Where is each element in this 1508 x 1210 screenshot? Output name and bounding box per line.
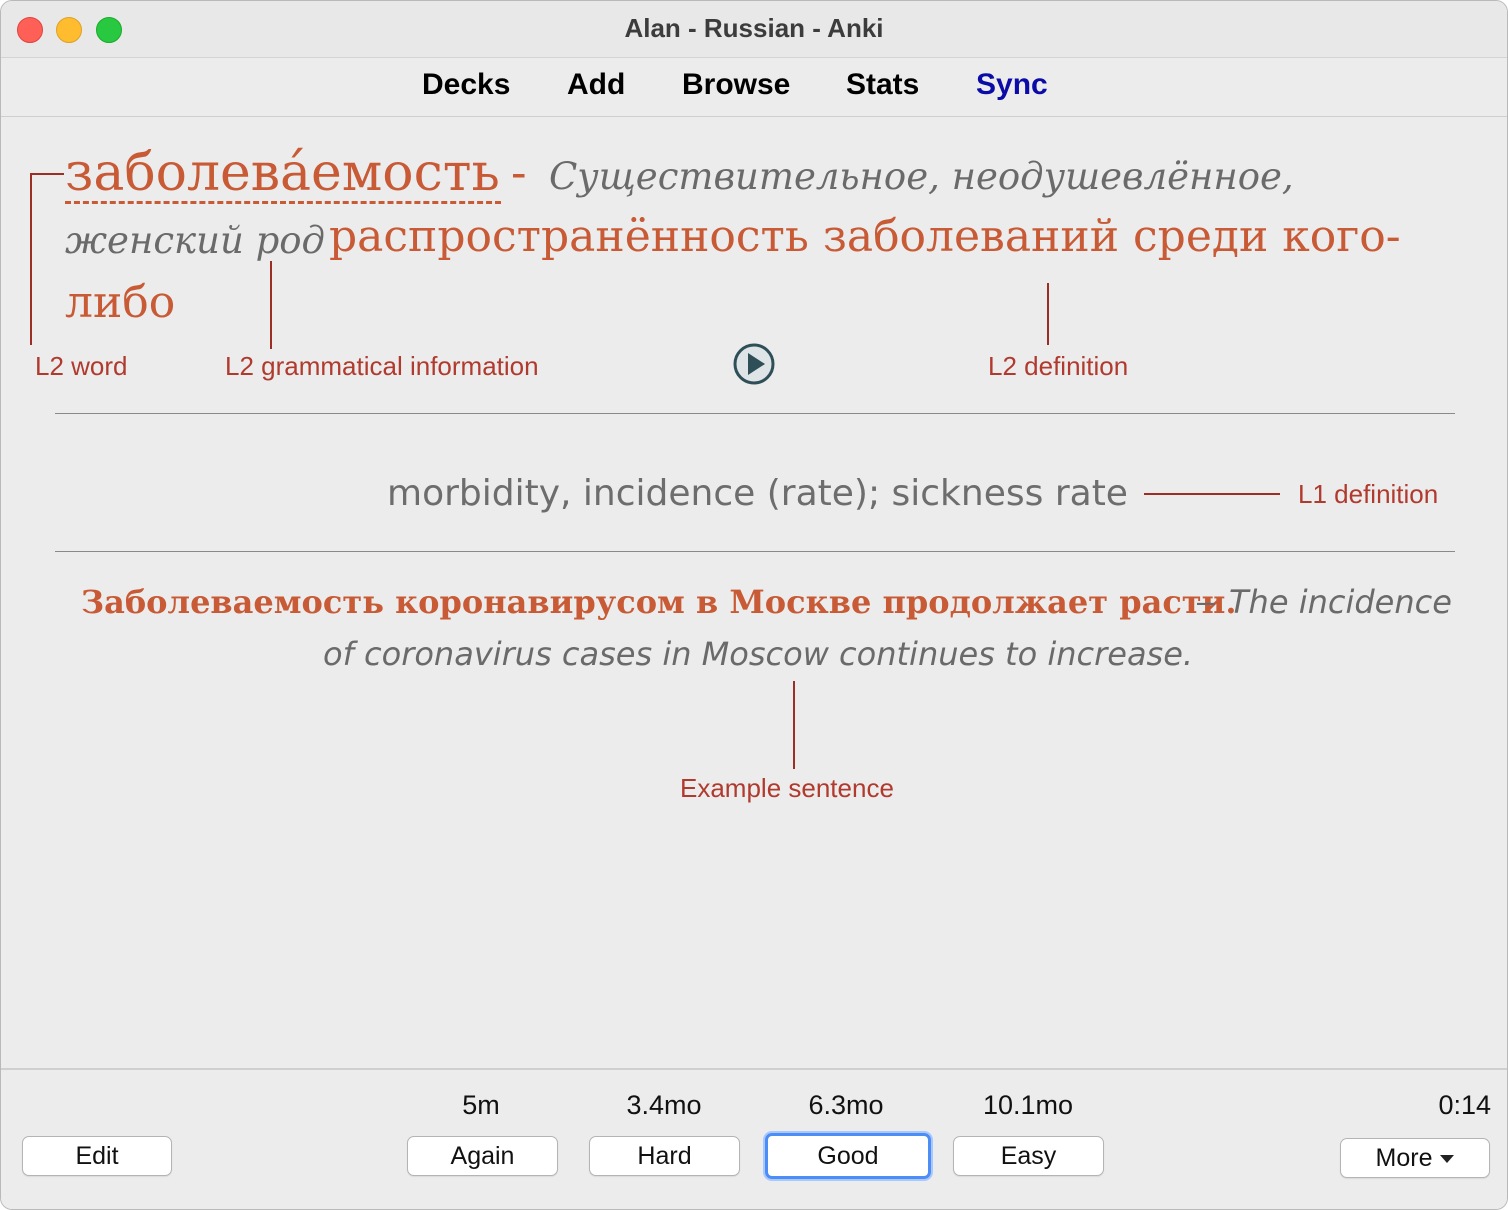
easy-button[interactable]: Easy — [953, 1136, 1104, 1176]
l2-definition-line1: распространённость заболеваний среди ког… — [329, 211, 1401, 262]
again-interval: 5m — [462, 1090, 500, 1120]
hard-interval: 3.4mo — [626, 1090, 702, 1120]
chevron-down-icon — [1440, 1155, 1455, 1164]
word-separator: - — [511, 145, 527, 199]
divider-bottom — [55, 551, 1455, 552]
l2-grammar-annotation: L2 grammatical information — [225, 351, 539, 381]
l1-definition-annotation: L1 definition — [1298, 479, 1439, 509]
l2-word-annotation: L2 word — [35, 351, 128, 381]
l2-definition-pointer — [1047, 283, 1049, 345]
example-translation-line2: of coronavirus cases in Moscow continues… — [323, 635, 1194, 673]
again-button[interactable]: Again — [407, 1136, 558, 1176]
example-sentence-annotation: Example sentence — [680, 773, 894, 803]
example-sentence-russian: Заболеваемость коронавирусом в Москве пр… — [81, 583, 1237, 621]
good-button[interactable]: Good — [765, 1133, 931, 1179]
good-interval: 6.3mo — [808, 1090, 884, 1120]
easy-interval: 10.1mo — [982, 1090, 1074, 1120]
toolbar-decks-link[interactable]: Decks — [422, 68, 510, 102]
example-separator: – — [1197, 583, 1215, 619]
edit-button[interactable]: Edit — [22, 1136, 172, 1176]
anki-window: Alan - Russian - Anki Decks Add Browse S… — [0, 0, 1508, 1210]
more-button-label: More — [1375, 1144, 1433, 1172]
word-dashed-underline — [65, 201, 501, 204]
toolbar-sync-link[interactable]: Sync — [976, 68, 1048, 102]
toolbar-add-link[interactable]: Add — [567, 68, 625, 102]
hard-button[interactable]: Hard — [589, 1136, 740, 1176]
review-bottom-bar: Edit 5m Again 3.4mo Hard 6.3mo Good 10.1… — [1, 1068, 1507, 1209]
more-button[interactable]: More — [1340, 1138, 1490, 1178]
l2-word-pointer-vertical — [30, 173, 32, 345]
review-timer: 0:14 — [1438, 1090, 1491, 1120]
grammar-info-line1: Существительное, неодушевлённое, — [549, 155, 1294, 198]
l2-grammar-pointer — [270, 261, 272, 349]
divider-top — [55, 413, 1455, 414]
main-toolbar: Decks Add Browse Stats Sync — [1, 58, 1507, 117]
l1-definition: morbidity, incidence (rate); sickness ra… — [387, 473, 1128, 514]
play-audio-icon[interactable] — [733, 343, 775, 385]
l1-definition-pointer — [1144, 493, 1280, 495]
title-bar: Alan - Russian - Anki — [1, 1, 1507, 58]
l2-definition-line2: либо — [65, 277, 176, 328]
window-title: Alan - Russian - Anki — [624, 13, 884, 43]
card-content: заболева́емость - Существительное, неоду… — [1, 117, 1507, 1067]
toolbar-stats-link[interactable]: Stats — [846, 68, 919, 102]
l2-definition-annotation: L2 definition — [988, 351, 1129, 381]
grammar-info-line2: женский род — [65, 219, 325, 262]
l2-word: заболева́емость — [65, 143, 500, 203]
example-translation-line1: The incidence — [1229, 583, 1452, 621]
example-sentence-pointer — [793, 681, 795, 769]
toolbar-browse-link[interactable]: Browse — [682, 68, 790, 102]
l2-word-pointer-horizontal — [30, 173, 64, 175]
